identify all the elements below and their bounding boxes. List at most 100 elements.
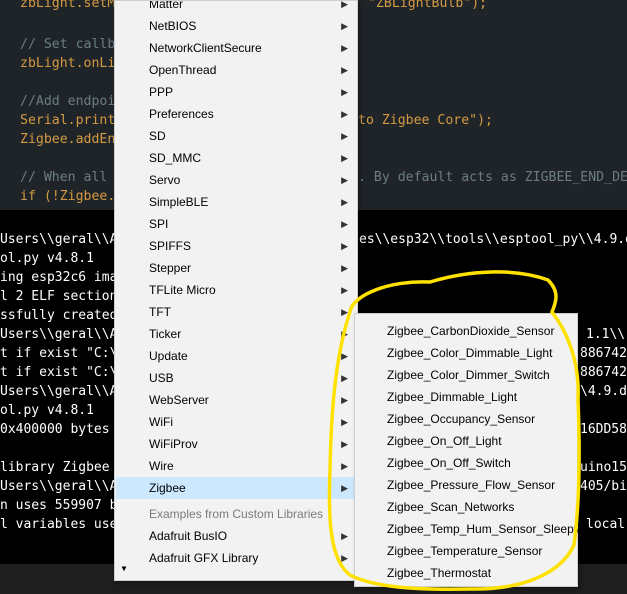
chevron-right-icon: ▶ (341, 241, 348, 251)
menu-item-wifi[interactable]: WiFi ▶ (116, 411, 356, 433)
menu-item-label: WebServer (149, 393, 209, 407)
submenu-item-zigbee-dimmable-light[interactable]: Zigbee_Dimmable_Light (355, 386, 577, 408)
chevron-right-icon: ▶ (341, 65, 348, 75)
submenu-item-zigbee-carbondioxide-sensor[interactable]: Zigbee_CarbonDioxide_Sensor (355, 320, 577, 342)
chevron-right-icon: ▶ (341, 87, 348, 97)
menu-item-ppp[interactable]: PPP ▶ (116, 81, 356, 103)
menu-item-webserver[interactable]: WebServer ▶ (116, 389, 356, 411)
menu-item-label: NetBIOS (149, 19, 197, 33)
menu-item-servo[interactable]: Servo ▶ (116, 169, 356, 191)
chevron-right-icon: ▶ (341, 373, 348, 383)
menu-item-preferences[interactable]: Preferences ▶ (116, 103, 356, 125)
code-line: // Set callb (20, 37, 116, 52)
chevron-right-icon: ▶ (341, 417, 348, 427)
menu-item-label: USB (149, 371, 174, 385)
menu-item-usb[interactable]: USB ▶ (116, 367, 356, 389)
submenu-item-zigbee-pressure-flow-sensor[interactable]: Zigbee_Pressure_Flow_Sensor (355, 474, 577, 496)
menu-item-label: Servo (149, 173, 181, 187)
chevron-right-icon: ▶ (341, 175, 348, 185)
code-fragment: "ZBLightBulb"); (368, 0, 488, 11)
menu-item-adafruit-busio[interactable]: Adafruit BusIO ▶ (116, 525, 356, 547)
chevron-right-icon: ▶ (341, 483, 348, 493)
chevron-right-icon: ▶ (341, 329, 348, 339)
menu-item-tft[interactable]: TFT ▶ (116, 301, 356, 323)
menu-item-openthread[interactable]: OpenThread ▶ (116, 59, 356, 81)
submenu-item-zigbee-temperature-sensor[interactable]: Zigbee_Temperature_Sensor (355, 540, 577, 562)
menu-item-ticker[interactable]: Ticker ▶ (116, 323, 356, 345)
code-fragment: . By default acts as ZIGBEE_END_DEV (358, 170, 627, 185)
menu-item-stepper[interactable]: Stepper ▶ (116, 257, 356, 279)
chevron-right-icon: ▶ (341, 0, 348, 9)
output-line: l 2 ELF sections (0, 289, 126, 304)
output-line-tail: local (586, 517, 626, 532)
menu-item-label: OpenThread (149, 63, 217, 77)
chevron-right-icon: ▶ (341, 219, 348, 229)
output-line-tail: 1.1\\ (586, 327, 626, 342)
submenu-item-zigbee-scan-networks[interactable]: Zigbee_Scan_Networks (355, 496, 577, 518)
submenu-item-zigbee-temp-hum-sensor-sleepy[interactable]: Zigbee_Temp_Hum_Sensor_Sleepy (355, 518, 580, 540)
menu-item-wire[interactable]: Wire ▶ (116, 455, 356, 477)
chevron-right-icon: ▶ (341, 263, 348, 273)
menu-item-netbios[interactable]: NetBIOS ▶ (116, 15, 356, 37)
menu-item-label: SimpleBLE (149, 195, 209, 209)
submenu-item-zigbee-color-dimmer-switch[interactable]: Zigbee_Color_Dimmer_Switch (355, 364, 577, 386)
menu-item-label: NetworkClientSecure (149, 41, 262, 55)
menu-item-tflite-micro[interactable]: TFLite Micro ▶ (116, 279, 356, 301)
output-line: ing esp32c6 imag (0, 270, 126, 285)
menu-item-matter[interactable]: Matter ▶ (116, 0, 356, 15)
menu-item-zigbee[interactable]: Zigbee ▶ (116, 477, 356, 499)
menu-item-update[interactable]: Update ▶ (116, 345, 356, 367)
menu-item-label: Matter (149, 0, 184, 11)
menu-item-label: Preferences (149, 107, 214, 121)
menu-item-label: SPIFFS (149, 239, 192, 253)
submenu-item-zigbee-on-off-light[interactable]: Zigbee_On_Off_Light (355, 430, 577, 452)
chevron-right-icon: ▶ (341, 351, 348, 361)
chevron-right-icon: ▶ (341, 21, 348, 31)
output-line: l variables use (0, 517, 118, 532)
menu-item-label: WiFi (149, 415, 173, 429)
menu-item-label: SD (149, 129, 166, 143)
code-line: zbLight.onLi (20, 56, 116, 71)
submenu-item-zigbee-on-off-switch[interactable]: Zigbee_On_Off_Switch (355, 452, 577, 474)
menu-item-label: Zigbee (149, 481, 186, 495)
scroll-down-icon[interactable]: ▼ (114, 564, 134, 573)
submenu-item-zigbee-color-dimmable-light[interactable]: Zigbee_Color_Dimmable_Light (355, 342, 577, 364)
menu-item-spiffs[interactable]: SPIFFS ▶ (116, 235, 356, 257)
menu-item-label: Wire (149, 459, 174, 473)
output-line: t if exist "C:\ (0, 346, 118, 361)
menu-item-label: Adafruit BusIO (149, 529, 228, 543)
menu-item-label: SD_MMC (149, 151, 202, 165)
submenu-item-zigbee-occupancy-sensor[interactable]: Zigbee_Occupancy_Sensor (355, 408, 577, 430)
chevron-right-icon: ▶ (341, 43, 348, 53)
menu-item-adafruit-gfx-library[interactable]: Adafruit GFX Library ▶ (116, 547, 356, 569)
menu-item-label: TFT (149, 305, 171, 319)
examples-menu: Matter ▶ NetBIOS ▶ NetworkClientSecure ▶ OpenT… (114, 0, 358, 581)
code-fragment: to Zigbee Core"); (358, 113, 493, 128)
output-line: ssfully created (0, 308, 118, 323)
output-line: Users\\geral\\Ap (0, 479, 126, 494)
menu-item-wifiprov[interactable]: WiFiProv ▶ (116, 433, 356, 455)
menu-item-simpleble[interactable]: SimpleBLE ▶ (116, 191, 356, 213)
menu-item-sd-mmc[interactable]: SD_MMC ▶ (116, 147, 356, 169)
output-line: t if exist "C:\ (0, 365, 118, 380)
output-line-tail: 405/bi (580, 479, 627, 494)
code-line: zbLight.setM (20, 0, 116, 11)
submenu-item-zigbee-thermostat[interactable]: Zigbee_Thermostat (355, 562, 577, 584)
code-line: Serial.print (20, 113, 116, 128)
chevron-right-icon: ▶ (341, 153, 348, 163)
output-line-tail: \4.9.d (580, 384, 627, 399)
menu-item-label: TFLite Micro (149, 283, 216, 297)
menu-item-networkclientsecure[interactable]: NetworkClientSecure ▶ (116, 37, 356, 59)
output-line-tail: 886742 (580, 346, 627, 361)
code-line: // When all (20, 170, 108, 185)
menu-item-label: PPP (149, 85, 174, 99)
chevron-right-icon: ▶ (341, 461, 348, 471)
menu-item-label: Update (149, 349, 188, 363)
zigbee-submenu: Zigbee_CarbonDioxide_Sensor Zigbee_Color_… (354, 313, 580, 587)
output-line-tail: es\\esp32\\tools\\esptool_py\\4.9.de (359, 232, 627, 247)
menu-item-spi[interactable]: SPI ▶ (116, 213, 356, 235)
menu-item-sd[interactable]: SD ▶ (116, 125, 356, 147)
chevron-right-icon: ▶ (341, 109, 348, 119)
output-line: n uses 559907 by (0, 498, 126, 513)
menu-item-label: Adafruit GFX Library (149, 551, 259, 565)
